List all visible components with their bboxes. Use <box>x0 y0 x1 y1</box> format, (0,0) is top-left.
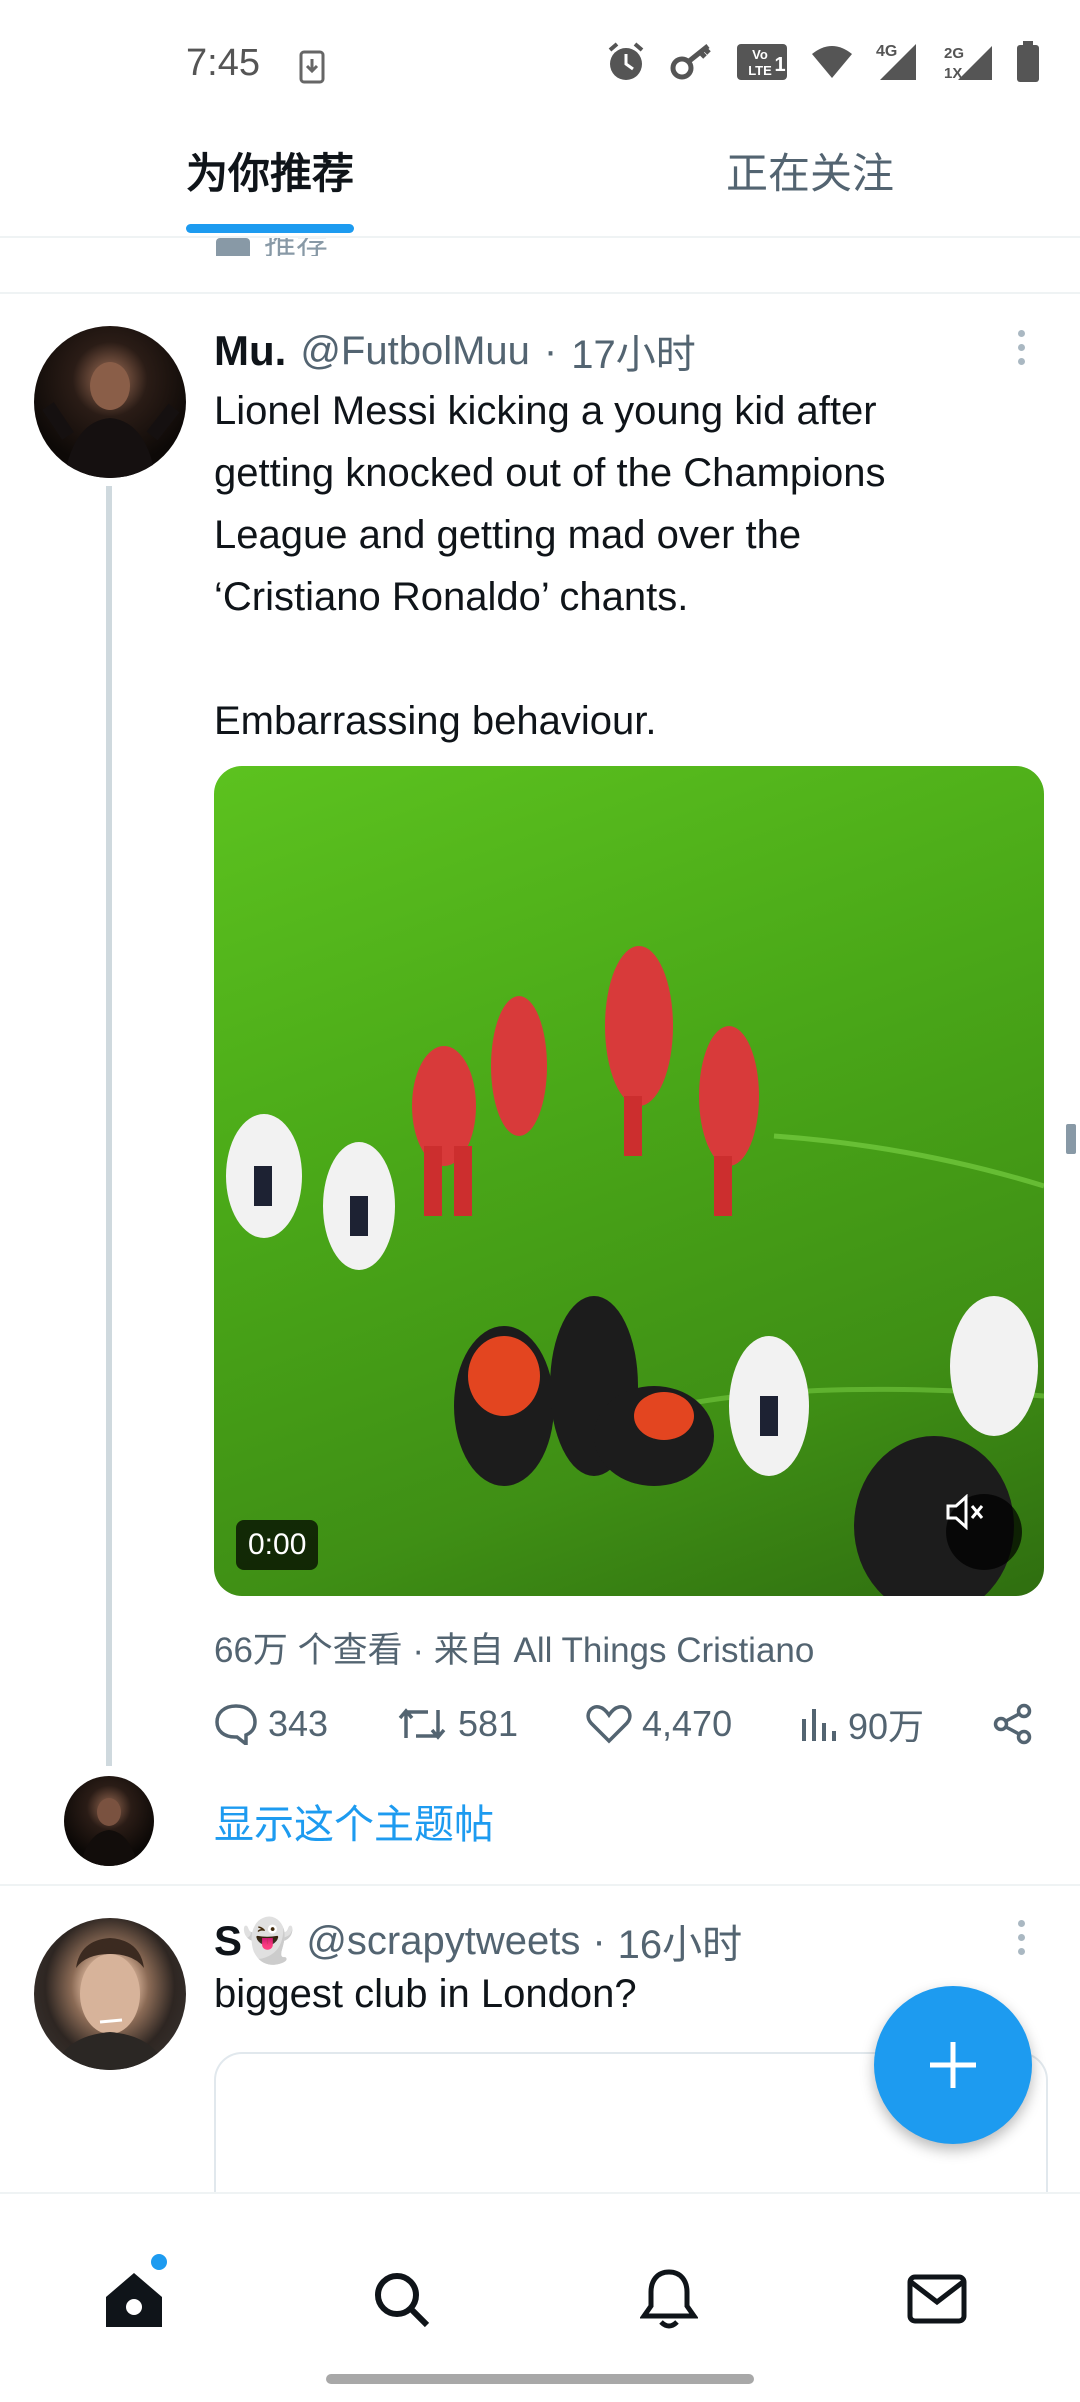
nav-messages[interactable] <box>902 2264 972 2334</box>
mute-button[interactable] <box>946 1494 1022 1570</box>
signal-2g-icon: 2G 1X <box>944 42 994 82</box>
gesture-bar[interactable] <box>326 2374 754 2384</box>
home-icon <box>106 2273 162 2327</box>
plus-icon <box>930 2042 976 2088</box>
search-icon <box>375 2273 430 2328</box>
signal-4g-icon: 4G <box>876 42 922 82</box>
display-name[interactable]: Mu. <box>214 327 286 375</box>
more-options-icon[interactable] <box>1018 1920 1028 1955</box>
tweet-header: Mu. @FutbolMuu · 17小时 <box>214 322 696 380</box>
retweet-icon <box>398 1708 446 1740</box>
share-icon <box>993 1703 1032 1745</box>
video-timestamp: 0:00 <box>236 1520 319 1570</box>
retweet-button[interactable]: 581 <box>396 1703 518 1745</box>
section-divider <box>0 292 1080 294</box>
display-name[interactable]: S👻 <box>214 1917 294 1966</box>
svg-text:Vo: Vo <box>752 47 768 62</box>
wifi-icon <box>810 44 854 80</box>
svg-text:1: 1 <box>774 54 785 76</box>
muted-speaker-icon <box>946 1494 984 1530</box>
nav-notifications[interactable] <box>634 2264 704 2334</box>
views-count: 90万 <box>848 1706 925 1747</box>
peek-label: 推荐 <box>216 238 328 256</box>
user-handle[interactable]: @scrapytweets <box>306 1919 580 1964</box>
status-time: 7:45 <box>186 42 260 84</box>
tweet-divider <box>0 1884 1080 1886</box>
retweet-count: 581 <box>458 1703 519 1744</box>
tabs-divider <box>0 236 1080 238</box>
tab-following[interactable]: 正在关注 <box>726 140 894 201</box>
nav-search[interactable] <box>366 2264 436 2334</box>
separator-dot: · <box>543 328 558 373</box>
tweet-actions: 343 581 4,470 90万 <box>214 1698 1034 1750</box>
reply-count: 343 <box>268 1703 329 1744</box>
tweet-time[interactable]: 17小时 <box>571 322 696 380</box>
tweet-header: S👻 @scrapytweets · 16小时 <box>214 1912 742 1970</box>
more-options-icon[interactable] <box>1018 330 1028 365</box>
avatar[interactable] <box>34 326 186 478</box>
user-handle[interactable]: @FutbolMuu <box>300 329 530 374</box>
battery-icon <box>1016 41 1040 83</box>
status-icons: Vo LTE 1 4G 2G 1X <box>604 40 1040 84</box>
show-thread-link[interactable]: 显示这个主题帖 <box>214 1792 494 1850</box>
analytics-icon <box>802 1709 837 1741</box>
svg-text:LTE: LTE <box>748 63 772 78</box>
svg-text:4G: 4G <box>876 43 897 60</box>
thread-line <box>106 486 112 1766</box>
download-icon <box>298 50 326 89</box>
video-player[interactable]: 0:00 <box>214 766 1044 1596</box>
volte-icon: Vo LTE 1 <box>736 43 788 81</box>
thread-avatar[interactable] <box>64 1776 154 1866</box>
key-icon <box>670 42 714 82</box>
heart-icon <box>586 1705 632 1744</box>
tab-for-you[interactable]: 为你推荐 <box>186 140 354 201</box>
video-frame <box>226 946 1044 1596</box>
avatar[interactable] <box>34 1918 186 2070</box>
tweet-text: Lionel Messi kicking a young kid after g… <box>214 389 886 743</box>
reply-icon <box>215 1704 257 1745</box>
views-button[interactable]: 90万 <box>800 1698 924 1750</box>
envelope-icon <box>907 2274 967 2324</box>
scrollbar-thumb[interactable] <box>1066 1124 1076 1154</box>
tweet-time[interactable]: 16小时 <box>618 1912 743 1970</box>
tweet-text: biggest club in London? <box>214 1972 637 2016</box>
bell-icon <box>640 2269 698 2329</box>
svg-text:1X: 1X <box>944 65 962 82</box>
nav-home[interactable] <box>99 2254 169 2334</box>
notification-dot <box>151 2254 167 2270</box>
reply-button[interactable]: 343 <box>214 1703 328 1745</box>
svg-text:2G: 2G <box>944 45 964 62</box>
view-count-and-source: 66万 个查看 · 来自 All Things Cristiano <box>214 1631 815 1670</box>
peek-label-text: 推荐 <box>264 238 329 256</box>
bottom-navigation <box>0 2192 1080 2402</box>
alarm-icon <box>604 40 648 84</box>
tab-selected-indicator <box>186 224 354 233</box>
share-button[interactable] <box>992 1703 1034 1745</box>
like-count: 4,470 <box>642 1703 733 1744</box>
separator-dot: · <box>592 1918 606 1963</box>
compose-button[interactable] <box>874 1986 1032 2144</box>
like-button[interactable]: 4,470 <box>586 1703 732 1745</box>
